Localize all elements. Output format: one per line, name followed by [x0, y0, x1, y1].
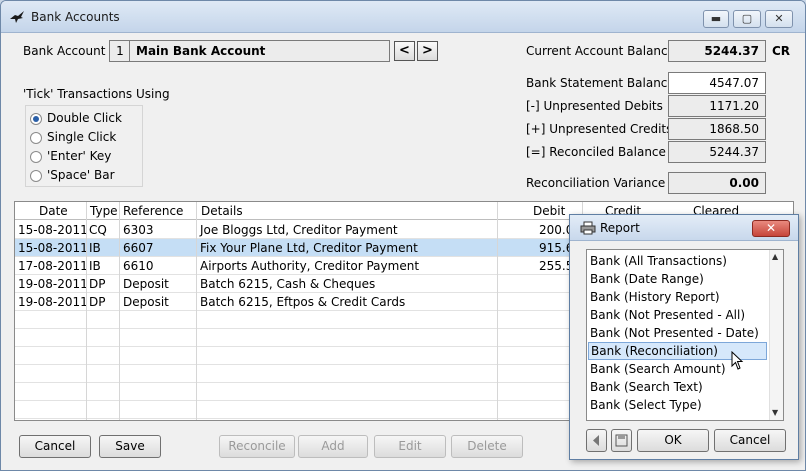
cell-reference: Deposit [123, 295, 169, 309]
report-title: Report [600, 221, 640, 235]
mouse-cursor-icon [731, 351, 744, 370]
scroll-down-icon[interactable]: ▼ [772, 408, 778, 417]
printer-icon [580, 221, 596, 235]
statement-balance-label: Bank Statement Balance [526, 76, 675, 90]
current-balance-value: 5244.37 [668, 40, 766, 62]
header-date[interactable]: Date [39, 204, 68, 218]
tick-options-group: Double Click Single Click 'Enter' Key 'S… [25, 105, 143, 187]
radio-unselected-icon [30, 132, 42, 144]
back-icon[interactable] [586, 429, 607, 452]
tick-heading: 'Tick' Transactions Using [23, 87, 170, 101]
account-name-field[interactable]: Main Bank Account [129, 40, 390, 62]
cell-details: Batch 6215, Eftpos & Credit Cards [200, 295, 406, 309]
column-divider [196, 202, 197, 420]
cell-type: IB [89, 241, 101, 255]
cell-details: Batch 6215, Cash & Cheques [200, 277, 376, 291]
reconcile-button[interactable]: Reconcile [219, 435, 295, 458]
account-number-field[interactable]: 1 [109, 40, 131, 62]
cell-date: 19-08-2011 [18, 295, 88, 309]
cell-details: Fix Your Plane Ltd, Creditor Payment [200, 241, 418, 255]
previous-account-button[interactable]: < [394, 41, 415, 61]
bank-account-label: Bank Account [23, 44, 106, 58]
cell-type: DP [89, 295, 106, 309]
report-item[interactable]: Bank (Not Presented - Date) [588, 324, 767, 342]
cancel-button[interactable]: Cancel [19, 435, 91, 458]
radio-unselected-icon [30, 170, 42, 182]
unpresented-debits-label: [-] Unpresented Debits [526, 99, 663, 113]
report-item[interactable]: Bank (Not Presented - All) [588, 306, 767, 324]
save-button-label: Save [115, 439, 145, 453]
radio-label: 'Space' Bar [47, 168, 115, 182]
report-item[interactable]: Bank (Search Text) [588, 378, 767, 396]
column-divider [86, 202, 87, 420]
header-reference[interactable]: Reference [123, 204, 183, 218]
report-item[interactable]: Bank (History Report) [588, 288, 767, 306]
report-list[interactable]: Bank (All Transactions) Bank (Date Range… [586, 249, 784, 421]
cell-date: 19-08-2011 [18, 277, 88, 291]
title-bar[interactable]: Bank Accounts ▬ ▢ ✕ [1, 1, 805, 33]
cell-type: CQ [89, 223, 107, 237]
report-item[interactable]: Bank (All Transactions) [588, 252, 767, 270]
radio-label: Single Click [47, 130, 117, 144]
report-title-bar[interactable]: Report ✕ [570, 215, 798, 241]
report-dialog: Report ✕ Bank (All Transactions) Bank (D… [569, 214, 799, 460]
column-divider [119, 202, 120, 420]
scroll-up-icon[interactable]: ▲ [772, 252, 778, 261]
cell-date: 15-08-2011 [18, 223, 88, 237]
cell-date: 15-08-2011 [18, 241, 88, 255]
reconciled-balance-label: [=] Reconciled Balance [526, 145, 666, 159]
reconciliation-variance-label: Reconciliation Variance [526, 176, 666, 190]
report-item[interactable]: Bank (Date Range) [588, 270, 767, 288]
cell-date: 17-08-2011 [18, 259, 88, 273]
current-balance-suffix: CR [772, 44, 791, 58]
save-icon[interactable] [611, 429, 632, 452]
cell-reference: 6610 [123, 259, 154, 273]
cell-reference: 6303 [123, 223, 154, 237]
next-account-button[interactable]: > [417, 41, 438, 61]
unpresented-credits-value: 1868.50 [668, 118, 766, 140]
header-details[interactable]: Details [201, 204, 243, 218]
close-button[interactable]: ✕ [765, 10, 793, 28]
unpresented-debits-value: 1171.20 [668, 95, 766, 117]
radio-unselected-icon [30, 151, 42, 163]
radio-label: 'Enter' Key [47, 149, 112, 163]
delete-button[interactable]: Delete [451, 435, 523, 458]
cancel-button-label: Cancel [34, 439, 76, 453]
cell-reference: 6607 [123, 241, 154, 255]
header-debit[interactable]: Debit [533, 204, 565, 218]
add-button[interactable]: Add [298, 435, 368, 458]
statement-balance-input[interactable]: 4547.07 [668, 72, 766, 94]
cell-reference: Deposit [123, 277, 169, 291]
report-item[interactable]: Bank (Select Type) [588, 396, 767, 414]
app-logo-icon [10, 11, 24, 23]
window-title: Bank Accounts [31, 10, 120, 24]
cell-details: Airports Authority, Creditor Payment [200, 259, 420, 273]
header-type[interactable]: Type [90, 204, 118, 218]
report-close-button[interactable]: ✕ [752, 220, 790, 237]
cell-type: IB [89, 259, 101, 273]
bank-accounts-window: Bank Accounts ▬ ▢ ✕ Bank Account 1 Main … [0, 0, 806, 471]
reconciled-balance-value: 5244.37 [668, 141, 766, 163]
radio-label: Double Click [47, 111, 122, 125]
report-cancel-button[interactable]: Cancel [714, 429, 786, 452]
report-list-scrollbar[interactable]: ▲ ▼ [769, 250, 783, 420]
radio-selected-icon [30, 113, 42, 125]
cell-details: Joe Bloggs Ltd, Creditor Payment [200, 223, 398, 237]
ok-button[interactable]: OK [637, 429, 709, 452]
save-button[interactable]: Save [99, 435, 161, 458]
cell-type: DP [89, 277, 106, 291]
minimize-button[interactable]: ▬ [703, 10, 729, 28]
maximize-button[interactable]: ▢ [733, 10, 761, 28]
reconciliation-variance-value: 0.00 [668, 172, 766, 194]
column-divider [497, 202, 498, 420]
edit-button[interactable]: Edit [374, 435, 446, 458]
unpresented-credits-label: [+] Unpresented Credits [526, 122, 673, 136]
current-balance-label: Current Account Balance [526, 44, 676, 58]
